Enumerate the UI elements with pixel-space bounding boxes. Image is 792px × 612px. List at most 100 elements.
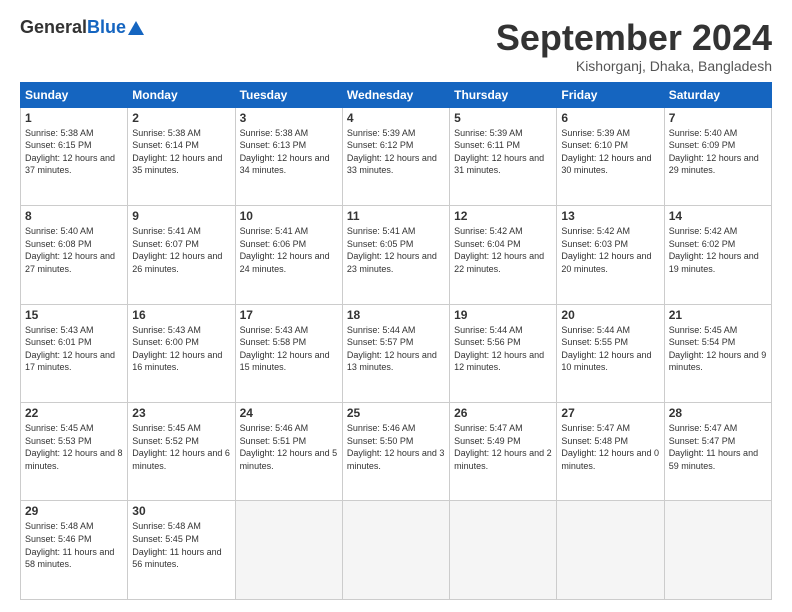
daylight-label: Daylight: 12 hours and 2 minutes. — [454, 448, 552, 471]
sunrise-label: Sunrise: 5:43 AM — [132, 325, 201, 335]
sunrise-label: Sunrise: 5:42 AM — [669, 226, 738, 236]
day-number: 30 — [132, 504, 230, 518]
sunset-label: Sunset: 6:05 PM — [347, 239, 414, 249]
calendar-cell: 19 Sunrise: 5:44 AM Sunset: 5:56 PM Dayl… — [450, 304, 557, 402]
day-info: Sunrise: 5:38 AM Sunset: 6:15 PM Dayligh… — [25, 127, 123, 177]
calendar-cell: 24 Sunrise: 5:46 AM Sunset: 5:51 PM Dayl… — [235, 403, 342, 501]
day-number: 9 — [132, 209, 230, 223]
daylight-label: Daylight: 12 hours and 34 minutes. — [240, 153, 330, 176]
day-number: 20 — [561, 308, 659, 322]
day-info: Sunrise: 5:46 AM Sunset: 5:51 PM Dayligh… — [240, 422, 338, 472]
day-number: 6 — [561, 111, 659, 125]
day-info: Sunrise: 5:43 AM Sunset: 6:00 PM Dayligh… — [132, 324, 230, 374]
col-header-monday: Monday — [128, 82, 235, 107]
calendar-cell: 18 Sunrise: 5:44 AM Sunset: 5:57 PM Dayl… — [342, 304, 449, 402]
day-info: Sunrise: 5:39 AM Sunset: 6:10 PM Dayligh… — [561, 127, 659, 177]
day-info: Sunrise: 5:45 AM Sunset: 5:52 PM Dayligh… — [132, 422, 230, 472]
calendar-cell: 4 Sunrise: 5:39 AM Sunset: 6:12 PM Dayli… — [342, 107, 449, 205]
col-header-wednesday: Wednesday — [342, 82, 449, 107]
day-info: Sunrise: 5:44 AM Sunset: 5:57 PM Dayligh… — [347, 324, 445, 374]
calendar-week-row: 1 Sunrise: 5:38 AM Sunset: 6:15 PM Dayli… — [21, 107, 772, 205]
sunrise-label: Sunrise: 5:44 AM — [454, 325, 523, 335]
daylight-label: Daylight: 12 hours and 10 minutes. — [561, 350, 651, 373]
calendar-cell — [342, 501, 449, 600]
daylight-label: Daylight: 12 hours and 33 minutes. — [347, 153, 437, 176]
header: GeneralBlue September 2024 Kishorganj, D… — [20, 18, 772, 74]
sunset-label: Sunset: 5:50 PM — [347, 436, 414, 446]
calendar-cell: 21 Sunrise: 5:45 AM Sunset: 5:54 PM Dayl… — [664, 304, 771, 402]
daylight-label: Daylight: 11 hours and 59 minutes. — [669, 448, 758, 471]
calendar-cell: 26 Sunrise: 5:47 AM Sunset: 5:49 PM Dayl… — [450, 403, 557, 501]
day-number: 8 — [25, 209, 123, 223]
day-number: 4 — [347, 111, 445, 125]
day-info: Sunrise: 5:40 AM Sunset: 6:08 PM Dayligh… — [25, 225, 123, 275]
sunrise-label: Sunrise: 5:40 AM — [25, 226, 94, 236]
sunset-label: Sunset: 6:00 PM — [132, 337, 199, 347]
col-header-tuesday: Tuesday — [235, 82, 342, 107]
sunset-label: Sunset: 5:58 PM — [240, 337, 307, 347]
col-header-thursday: Thursday — [450, 82, 557, 107]
sunset-label: Sunset: 5:51 PM — [240, 436, 307, 446]
day-info: Sunrise: 5:45 AM Sunset: 5:54 PM Dayligh… — [669, 324, 767, 374]
calendar-cell — [557, 501, 664, 600]
day-info: Sunrise: 5:47 AM Sunset: 5:49 PM Dayligh… — [454, 422, 552, 472]
sunrise-label: Sunrise: 5:41 AM — [240, 226, 309, 236]
sunset-label: Sunset: 5:47 PM — [669, 436, 736, 446]
sunrise-label: Sunrise: 5:48 AM — [132, 521, 201, 531]
sunrise-label: Sunrise: 5:41 AM — [132, 226, 201, 236]
day-info: Sunrise: 5:48 AM Sunset: 5:46 PM Dayligh… — [25, 520, 123, 570]
sunset-label: Sunset: 5:52 PM — [132, 436, 199, 446]
calendar-cell: 20 Sunrise: 5:44 AM Sunset: 5:55 PM Dayl… — [557, 304, 664, 402]
sunset-label: Sunset: 6:06 PM — [240, 239, 307, 249]
sunset-label: Sunset: 6:04 PM — [454, 239, 521, 249]
sunrise-label: Sunrise: 5:48 AM — [25, 521, 94, 531]
col-header-friday: Friday — [557, 82, 664, 107]
calendar-cell — [235, 501, 342, 600]
col-header-sunday: Sunday — [21, 82, 128, 107]
sunset-label: Sunset: 6:12 PM — [347, 140, 414, 150]
sunrise-label: Sunrise: 5:44 AM — [561, 325, 630, 335]
day-info: Sunrise: 5:41 AM Sunset: 6:05 PM Dayligh… — [347, 225, 445, 275]
calendar-cell: 9 Sunrise: 5:41 AM Sunset: 6:07 PM Dayli… — [128, 206, 235, 304]
calendar-cell: 10 Sunrise: 5:41 AM Sunset: 6:06 PM Dayl… — [235, 206, 342, 304]
calendar-cell: 16 Sunrise: 5:43 AM Sunset: 6:00 PM Dayl… — [128, 304, 235, 402]
daylight-label: Daylight: 12 hours and 12 minutes. — [454, 350, 544, 373]
day-number: 17 — [240, 308, 338, 322]
day-info: Sunrise: 5:47 AM Sunset: 5:48 PM Dayligh… — [561, 422, 659, 472]
sunrise-label: Sunrise: 5:38 AM — [25, 128, 94, 138]
sunset-label: Sunset: 5:48 PM — [561, 436, 628, 446]
daylight-label: Daylight: 12 hours and 16 minutes. — [132, 350, 222, 373]
daylight-label: Daylight: 12 hours and 13 minutes. — [347, 350, 437, 373]
sunrise-label: Sunrise: 5:39 AM — [561, 128, 630, 138]
day-info: Sunrise: 5:46 AM Sunset: 5:50 PM Dayligh… — [347, 422, 445, 472]
daylight-label: Daylight: 12 hours and 6 minutes. — [132, 448, 230, 471]
sunset-label: Sunset: 6:07 PM — [132, 239, 199, 249]
sunset-label: Sunset: 6:08 PM — [25, 239, 92, 249]
day-number: 12 — [454, 209, 552, 223]
calendar-cell: 29 Sunrise: 5:48 AM Sunset: 5:46 PM Dayl… — [21, 501, 128, 600]
sunrise-label: Sunrise: 5:43 AM — [240, 325, 309, 335]
sunset-label: Sunset: 6:14 PM — [132, 140, 199, 150]
day-number: 28 — [669, 406, 767, 420]
calendar-cell: 13 Sunrise: 5:42 AM Sunset: 6:03 PM Dayl… — [557, 206, 664, 304]
calendar-cell: 3 Sunrise: 5:38 AM Sunset: 6:13 PM Dayli… — [235, 107, 342, 205]
day-number: 2 — [132, 111, 230, 125]
calendar-cell: 15 Sunrise: 5:43 AM Sunset: 6:01 PM Dayl… — [21, 304, 128, 402]
daylight-label: Daylight: 12 hours and 31 minutes. — [454, 153, 544, 176]
calendar-cell: 12 Sunrise: 5:42 AM Sunset: 6:04 PM Dayl… — [450, 206, 557, 304]
daylight-label: Daylight: 12 hours and 9 minutes. — [669, 350, 767, 373]
sunrise-label: Sunrise: 5:43 AM — [25, 325, 94, 335]
sunrise-label: Sunrise: 5:47 AM — [454, 423, 523, 433]
sunset-label: Sunset: 6:01 PM — [25, 337, 92, 347]
calendar-cell — [664, 501, 771, 600]
sunset-label: Sunset: 5:54 PM — [669, 337, 736, 347]
sunrise-label: Sunrise: 5:39 AM — [347, 128, 416, 138]
col-header-saturday: Saturday — [664, 82, 771, 107]
day-number: 18 — [347, 308, 445, 322]
sunrise-label: Sunrise: 5:41 AM — [347, 226, 416, 236]
title-block: September 2024 Kishorganj, Dhaka, Bangla… — [496, 18, 772, 74]
calendar-table: SundayMondayTuesdayWednesdayThursdayFrid… — [20, 82, 772, 600]
sunrise-label: Sunrise: 5:38 AM — [240, 128, 309, 138]
sunset-label: Sunset: 6:10 PM — [561, 140, 628, 150]
daylight-label: Daylight: 12 hours and 22 minutes. — [454, 251, 544, 274]
